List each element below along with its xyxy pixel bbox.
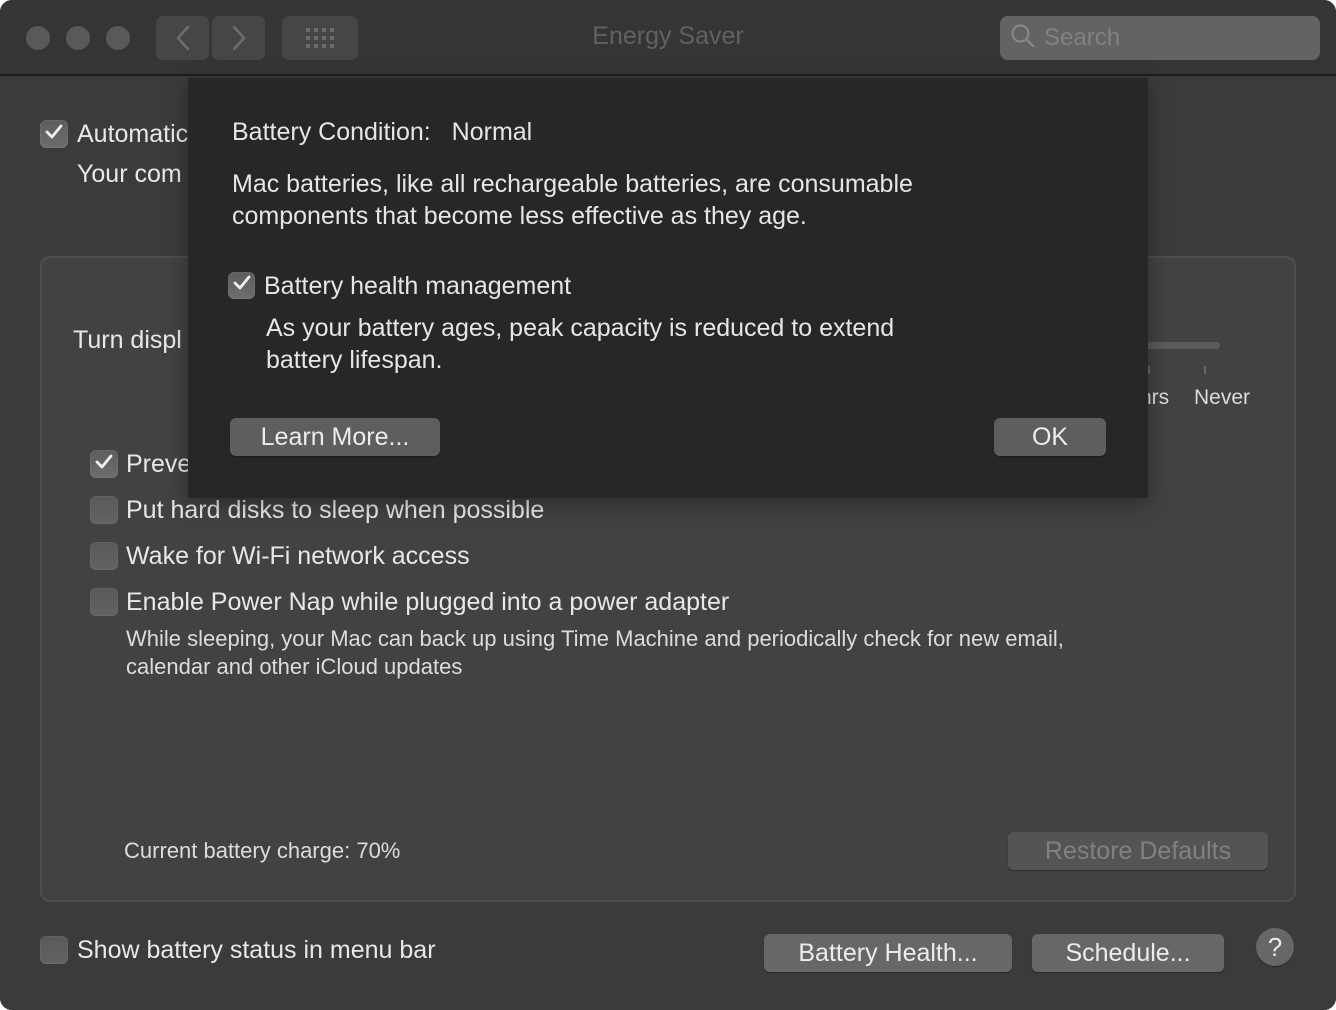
prevent-sleep-checkbox[interactable] (90, 450, 118, 478)
battery-health-management-description-line1: As your battery ages, peak capacity is r… (266, 314, 895, 342)
checkmark-icon (44, 123, 64, 146)
condition-label-text: Battery Condition: (232, 118, 431, 146)
search-icon (1000, 23, 1036, 54)
search-input[interactable] (1044, 24, 1304, 52)
question-mark-icon: ? (1267, 931, 1283, 962)
power-nap-label: Enable Power Nap while plugged into a po… (126, 588, 730, 616)
automatic-graphics-label: Automatic (77, 120, 189, 148)
hard-disks-sleep-checkbox[interactable] (90, 496, 118, 524)
battery-health-management-checkbox[interactable] (228, 272, 255, 299)
ok-button[interactable]: OK (994, 418, 1106, 456)
wake-wifi-checkbox[interactable] (90, 542, 118, 570)
hard-disks-sleep-label: Put hard disks to sleep when possible (126, 496, 545, 524)
automatic-graphics-checkbox[interactable] (40, 120, 68, 148)
battery-info-line1: Mac batteries, like all rechargeable bat… (232, 170, 913, 198)
battery-charge-text: Current battery charge: 70% (124, 838, 401, 863)
prevent-sleep-label: Preve (126, 450, 192, 478)
battery-health-button[interactable]: Battery Health... (764, 934, 1012, 972)
automatic-graphics-description: Your com (77, 160, 182, 188)
battery-condition-label: Battery Condition: Normal (232, 118, 532, 147)
slider-tick (1204, 366, 1206, 374)
checkmark-icon (94, 453, 114, 476)
wake-wifi-label: Wake for Wi-Fi network access (126, 542, 470, 570)
energy-saver-window: Energy Saver Automatic Your com Turn dis… (0, 0, 1336, 1010)
turn-display-off-label: Turn displ (73, 326, 182, 354)
condition-value: Normal (451, 118, 533, 146)
battery-health-sheet: Battery Condition: Normal Mac batteries,… (188, 78, 1148, 498)
slider-tick (1148, 366, 1150, 374)
battery-info-line2: components that become less effective as… (232, 202, 807, 230)
checkmark-icon (232, 274, 252, 297)
restore-defaults-button[interactable]: Restore Defaults (1008, 832, 1268, 870)
battery-health-management-label: Battery health management (264, 272, 572, 300)
title-bar: Energy Saver (0, 0, 1336, 76)
power-nap-description-line2: calendar and other iCloud updates (126, 654, 463, 679)
search-field[interactable] (1000, 16, 1320, 60)
power-nap-checkbox[interactable] (90, 588, 118, 616)
show-battery-status-checkbox[interactable] (40, 936, 68, 964)
battery-health-management-description-line2: battery lifespan. (266, 346, 443, 374)
learn-more-button[interactable]: Learn More... (230, 418, 440, 456)
slider-label-never: Never (1194, 386, 1251, 409)
schedule-button[interactable]: Schedule... (1032, 934, 1224, 972)
help-button[interactable]: ? (1256, 928, 1294, 966)
show-battery-status-label: Show battery status in menu bar (77, 936, 436, 964)
power-nap-description-line1: While sleeping, your Mac can back up usi… (126, 626, 1064, 651)
